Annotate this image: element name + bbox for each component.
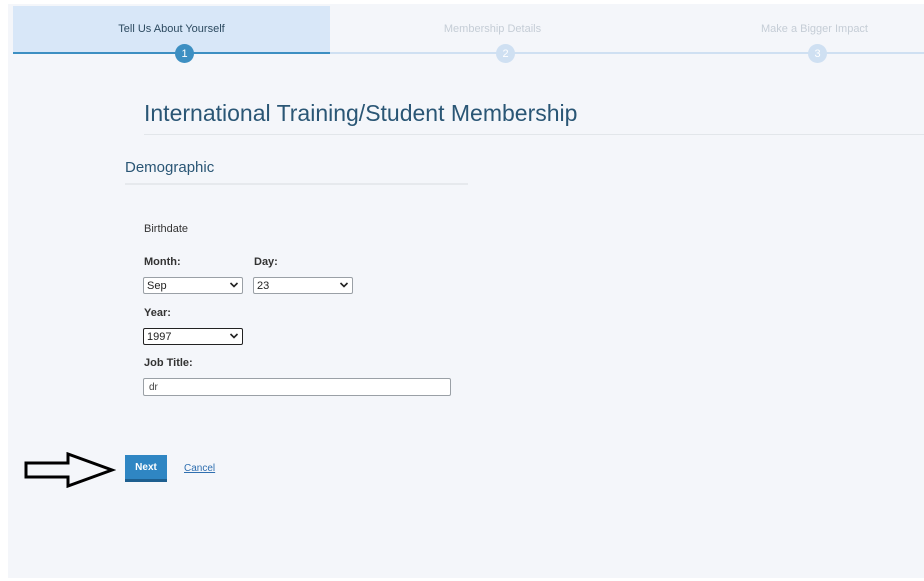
step-tab-2[interactable]: Membership Details xyxy=(330,6,655,52)
day-select[interactable]: 23 xyxy=(253,277,353,294)
year-select-value: 1997 xyxy=(147,330,172,343)
step-number-2: 2 xyxy=(496,44,515,63)
stepper-track-progress xyxy=(13,52,330,54)
page-title: International Training/Student Membershi… xyxy=(144,100,578,126)
title-divider xyxy=(144,134,924,135)
section-divider xyxy=(125,183,468,185)
chevron-down-icon xyxy=(229,333,239,339)
step-tab-3[interactable]: Make a Bigger Impact xyxy=(655,6,924,52)
arrow-right-icon xyxy=(24,452,116,488)
month-select[interactable]: Sep xyxy=(143,277,243,294)
job-title-input[interactable]: dr xyxy=(143,378,451,396)
step-tab-1[interactable]: Tell Us About Yourself xyxy=(13,6,330,52)
month-select-value: Sep xyxy=(147,279,167,292)
birthdate-label: Birthdate xyxy=(144,223,189,235)
step-label-2: Membership Details xyxy=(443,23,542,35)
chevron-down-icon xyxy=(229,282,239,288)
next-button[interactable]: Next xyxy=(125,455,167,482)
cancel-link[interactable]: Cancel xyxy=(184,463,215,474)
step-number-1: 1 xyxy=(175,44,194,63)
job-title-value: dr xyxy=(149,381,158,393)
month-label: Month: xyxy=(144,256,181,268)
day-label: Day: xyxy=(254,256,278,268)
step-number-3: 3 xyxy=(808,44,827,63)
step-label-1: Tell Us About Yourself xyxy=(118,23,225,35)
section-title: Demographic xyxy=(125,159,215,176)
progress-stepper: Tell Us About Yourself Membership Detail… xyxy=(13,6,924,63)
year-label: Year: xyxy=(144,307,171,319)
chevron-down-icon xyxy=(339,282,349,288)
job-title-label: Job Title: xyxy=(144,357,193,369)
day-select-value: 23 xyxy=(257,279,270,292)
year-select[interactable]: 1997 xyxy=(143,328,243,345)
